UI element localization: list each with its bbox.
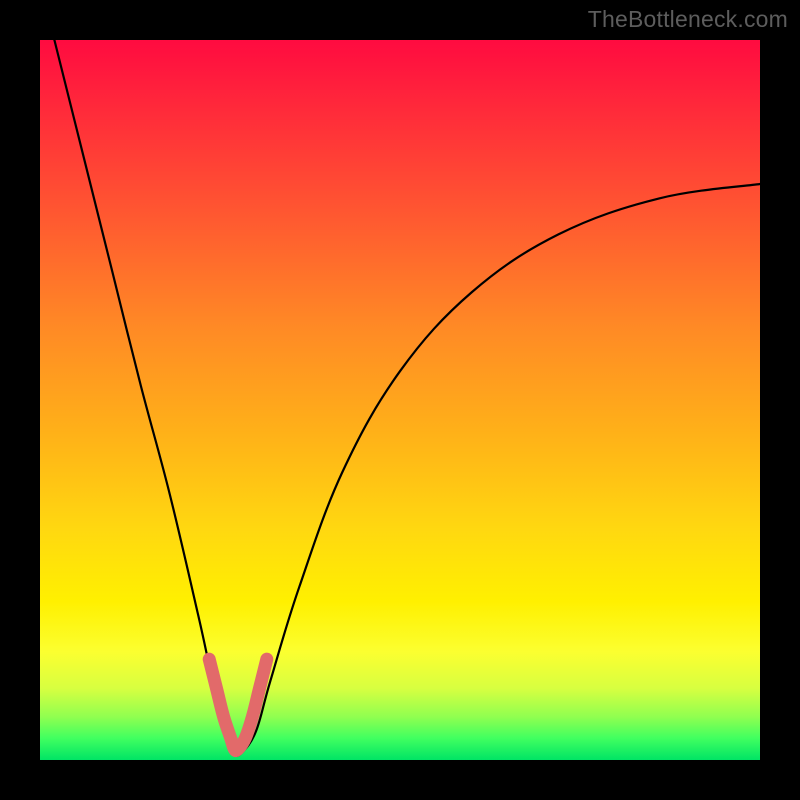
chart-frame: TheBottleneck.com xyxy=(0,0,800,800)
optimal-zone-marker xyxy=(209,659,267,750)
curve-layer xyxy=(40,40,760,760)
gradient-plot-area xyxy=(40,40,760,760)
bottleneck-curve xyxy=(54,40,760,756)
watermark-text: TheBottleneck.com xyxy=(588,6,788,33)
